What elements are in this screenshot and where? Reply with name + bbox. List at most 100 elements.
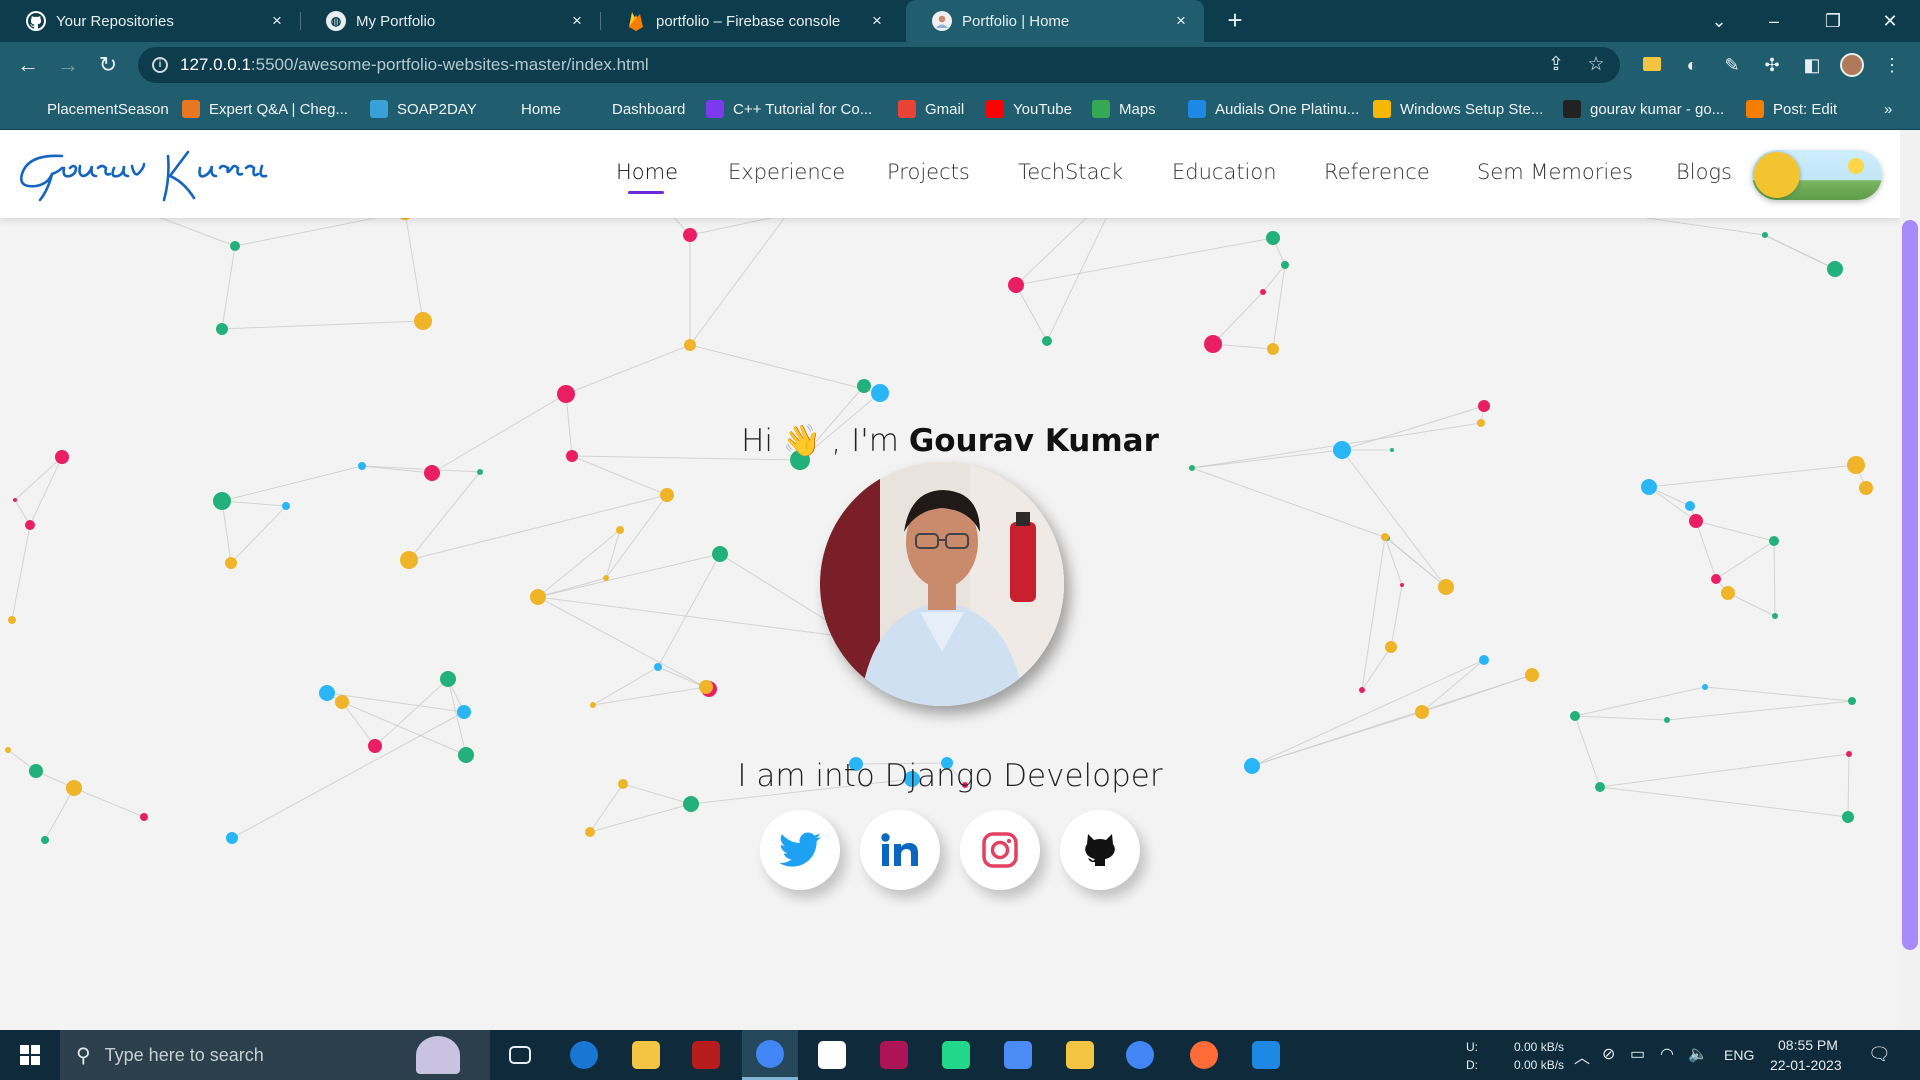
extension-notes-icon[interactable]: [1640, 53, 1664, 77]
taskbar-app-intellij[interactable]: [866, 1030, 922, 1080]
clock-time[interactable]: 08:55 PM: [1778, 1037, 1838, 1053]
tab-portfolio-home[interactable]: Portfolio | Home ×: [906, 0, 1204, 42]
url-path: :5500/awesome-portfolio-websites-master/…: [250, 55, 649, 74]
firebase-icon: [626, 11, 646, 31]
network-node: [1859, 481, 1873, 495]
share-icon[interactable]: ⇪: [1544, 53, 1568, 77]
twitter-button[interactable]: [760, 810, 840, 890]
network-link: [404, 211, 424, 322]
taskbar-app-goland[interactable]: [990, 1030, 1046, 1080]
taskbar-app-task-view[interactable]: [492, 1030, 548, 1080]
taskbar-app-pycharm[interactable]: [928, 1030, 984, 1080]
taskbar-search[interactable]: ⚲ Type here to search: [60, 1030, 490, 1080]
reload-button[interactable]: ↻: [94, 51, 122, 79]
tab-title: Your Repositories: [56, 12, 174, 30]
nav-blogs[interactable]: Blogs: [1676, 160, 1732, 184]
taskbar-app-sticky-notes[interactable]: [1052, 1030, 1108, 1080]
site-logo[interactable]: [18, 138, 268, 208]
side-panel-icon[interactable]: ◧: [1800, 53, 1824, 77]
bookmark-item[interactable]: Maps: [1092, 98, 1156, 120]
tab-firebase-console[interactable]: portfolio – Firebase console ×: [600, 0, 900, 42]
new-tab-button[interactable]: +: [1222, 7, 1248, 34]
notification-center-icon[interactable]: 🗨: [1868, 1044, 1891, 1065]
github-button[interactable]: [1060, 810, 1140, 890]
sun-icon: [1848, 158, 1864, 174]
bookmark-item[interactable]: SOAP2DAY: [370, 98, 477, 120]
nav-projects[interactable]: Projects: [887, 160, 970, 184]
close-tab-icon[interactable]: ×: [268, 12, 286, 30]
site-info-icon[interactable]: i: [152, 57, 168, 73]
clock-date[interactable]: 22-01-2023: [1770, 1057, 1842, 1073]
network-node: [400, 551, 418, 569]
instagram-button[interactable]: [960, 810, 1040, 890]
nav-techstack[interactable]: TechStack: [1018, 160, 1123, 184]
network-link: [592, 686, 707, 706]
bookmark-item[interactable]: YouTube: [986, 98, 1072, 120]
nav-reference[interactable]: Reference: [1324, 160, 1430, 184]
bookmark-item[interactable]: Expert Q&A | Cheg...: [182, 98, 348, 120]
extensions-puzzle-icon[interactable]: ✣: [1760, 53, 1784, 77]
bookmark-item[interactable]: gourav kumar - go...: [1563, 98, 1724, 120]
tab-title: Portfolio | Home: [962, 12, 1070, 30]
close-tab-icon[interactable]: ×: [868, 12, 886, 30]
close-tab-icon[interactable]: ×: [568, 12, 586, 30]
forward-button[interactable]: →: [54, 51, 82, 79]
network-node: [225, 557, 237, 569]
taskbar-app-file-explorer[interactable]: [618, 1030, 674, 1080]
net-up-label: U:: [1466, 1040, 1478, 1054]
linkedin-button[interactable]: [860, 810, 940, 890]
menu-kebab-icon[interactable]: ⋮: [1880, 53, 1904, 77]
theme-toggle-switch[interactable]: [1752, 150, 1882, 200]
nav-sem-memories[interactable]: Sem Memories: [1477, 160, 1633, 184]
wifi-icon[interactable]: ◠: [1660, 1044, 1674, 1064]
nav-experience[interactable]: Experience: [728, 160, 845, 184]
scrollbar-thumb[interactable]: [1902, 220, 1918, 950]
network-node: [1762, 233, 1766, 237]
bookmark-item[interactable]: PlacementSeason: [20, 98, 169, 120]
taskbar-app-edge[interactable]: [556, 1030, 612, 1080]
tab-search-icon[interactable]: ⌄: [1704, 6, 1734, 36]
nav-education[interactable]: Education: [1172, 160, 1277, 184]
battery-icon[interactable]: ▭: [1630, 1044, 1645, 1064]
taskbar-app-postman[interactable]: [1176, 1030, 1232, 1080]
network-link: [1648, 464, 1857, 488]
volume-icon[interactable]: 🔈: [1688, 1044, 1708, 1064]
network-node: [1359, 687, 1365, 693]
tab-your-repositories[interactable]: Your Repositories ×: [0, 0, 301, 42]
nav-home[interactable]: Home: [616, 160, 678, 184]
network-node: [590, 702, 596, 708]
profile-avatar[interactable]: [1840, 53, 1864, 77]
close-tab-icon[interactable]: ×: [1172, 12, 1190, 30]
back-button[interactable]: ←: [14, 51, 42, 79]
hero-name: Gourav Kumar: [908, 423, 1159, 459]
bookmark-item[interactable]: Windows Setup Ste...: [1373, 98, 1543, 120]
taskbar-app-vscode[interactable]: [1238, 1030, 1294, 1080]
bookmark-item[interactable]: Post: Edit: [1746, 98, 1837, 120]
close-window-button[interactable]: ✕: [1875, 6, 1905, 36]
bookmark-label: gourav kumar - go...: [1590, 100, 1725, 118]
network-node: [871, 384, 889, 402]
network-status-icon[interactable]: ⊘: [1602, 1044, 1615, 1064]
extension-pen-icon[interactable]: ✎: [1720, 53, 1744, 77]
taskbar-app-chrome[interactable]: [742, 1030, 798, 1080]
network-link: [29, 456, 63, 526]
bookmark-item[interactable]: Home: [494, 98, 561, 120]
bookmark-item[interactable]: Dashboard: [585, 98, 685, 120]
bookmark-item[interactable]: Gmail: [898, 98, 964, 120]
tray-expand-icon[interactable]: ︿: [1574, 1044, 1590, 1068]
minimize-button[interactable]: –: [1759, 6, 1789, 36]
language-indicator[interactable]: ENG: [1724, 1047, 1754, 1063]
bookmark-star-icon[interactable]: ☆: [1584, 53, 1608, 77]
taskbar-app-chrome-2[interactable]: [1112, 1030, 1168, 1080]
bookmark-item[interactable]: Audials One Platinu...: [1188, 98, 1359, 120]
address-bar[interactable]: i 127.0.0.1:5500/awesome-portfolio-websi…: [138, 47, 1620, 83]
start-button[interactable]: [0, 1030, 60, 1080]
taskbar-app-app[interactable]: [678, 1030, 734, 1080]
extension-cookie-icon[interactable]: ◐: [1680, 53, 1704, 77]
tab-my-portfolio[interactable]: ◍ My Portfolio ×: [300, 0, 601, 42]
taskbar-app-slack[interactable]: [804, 1030, 860, 1080]
bookmark-item[interactable]: C++ Tutorial for Co...: [706, 98, 872, 120]
bookmarks-overflow-icon[interactable]: »: [1884, 98, 1892, 120]
restore-button[interactable]: ❐: [1818, 6, 1848, 36]
network-node: [1008, 277, 1024, 293]
